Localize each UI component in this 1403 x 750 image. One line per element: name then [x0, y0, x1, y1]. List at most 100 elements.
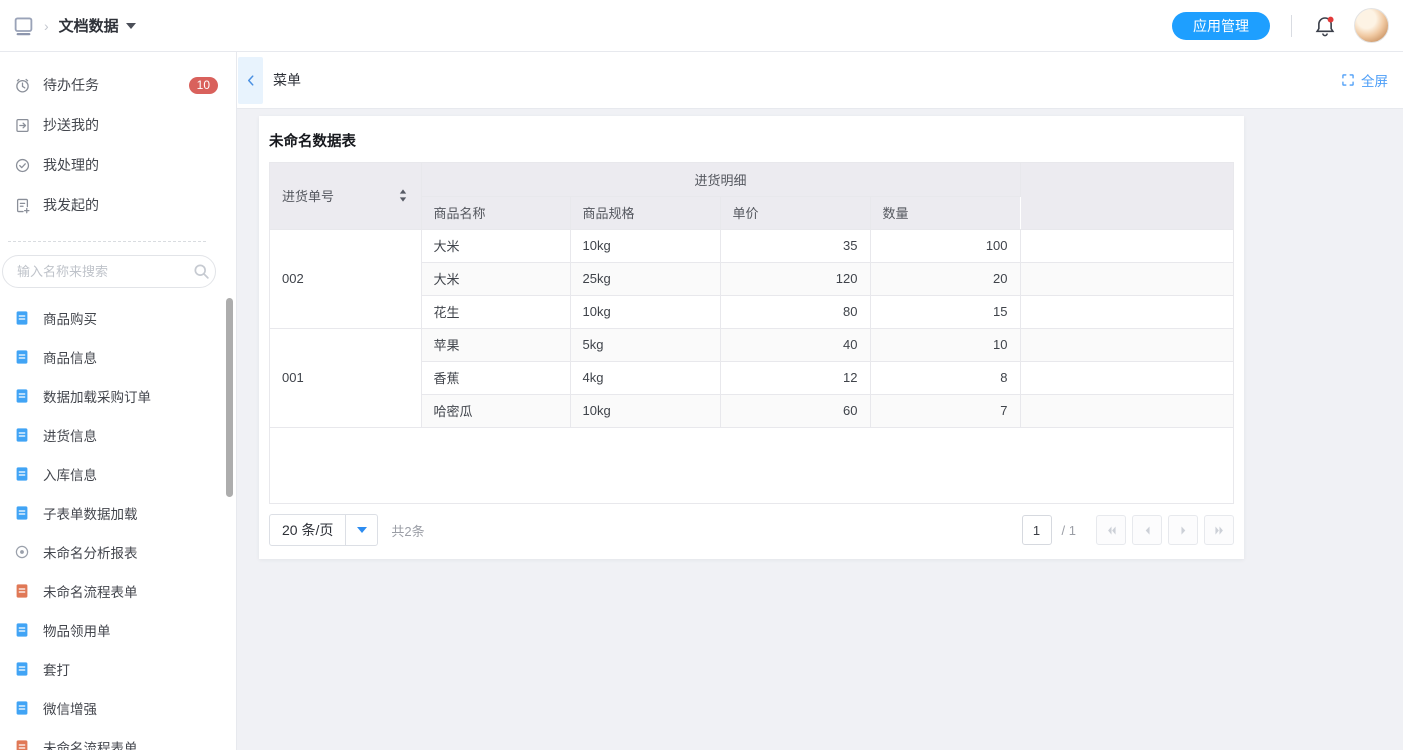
form-icon	[14, 388, 30, 404]
task-label: 待办任务	[43, 75, 99, 95]
form-label: 微信增强	[43, 698, 97, 718]
cell-name: 香蕉	[421, 361, 570, 394]
cell-spec: 10kg	[570, 229, 720, 262]
cell-qty: 15	[870, 295, 1020, 328]
sidebar-form-item[interactable]: 子表单数据加载	[0, 493, 236, 532]
badge-count: 10	[189, 77, 218, 94]
workbench-home-button[interactable]	[10, 13, 36, 39]
sidebar-task-item[interactable]: 抄送我的	[0, 105, 236, 145]
total-pages-label: / 1	[1062, 523, 1076, 538]
column-header-spec[interactable]: 商品规格	[570, 196, 720, 229]
cell-price: 120	[720, 262, 870, 295]
cell-order-no: 001	[270, 328, 421, 427]
fullscreen-label: 全屏	[1361, 70, 1388, 90]
page-size-label: 20 条/页	[270, 515, 345, 545]
form-label: 未命名流程表单	[43, 737, 138, 750]
topbar: › 文档数据 应用管理	[0, 0, 1403, 52]
total-count-label: 共2条	[391, 521, 424, 540]
form-label: 进货信息	[43, 425, 97, 445]
task-label: 抄送我的	[43, 115, 99, 135]
table-empty-area	[270, 428, 1233, 504]
breadcrumb-label: 文档数据	[59, 15, 119, 36]
sidebar-form-item[interactable]: 微信增强	[0, 688, 236, 727]
column-header-name[interactable]: 商品名称	[421, 196, 570, 229]
cell-spec: 4kg	[570, 361, 720, 394]
sidebar-divider	[8, 241, 206, 242]
next-page-button[interactable]	[1168, 515, 1198, 545]
cell-filler	[1020, 394, 1233, 427]
cell-spec: 5kg	[570, 328, 720, 361]
first-page-button[interactable]	[1096, 515, 1126, 545]
table-row[interactable]: 002大米10kg35100	[270, 229, 1233, 262]
avatar[interactable]	[1354, 8, 1389, 43]
column-header-qty[interactable]: 数量	[870, 196, 1020, 229]
cell-name: 花生	[421, 295, 570, 328]
content-header: 菜单 全屏	[237, 52, 1403, 109]
column-header-price[interactable]: 单价	[720, 196, 870, 229]
sidebar-task-item[interactable]: 待办任务 10	[0, 65, 236, 105]
sidebar-form-item[interactable]: 商品购买	[0, 298, 236, 337]
cell-order-no: 002	[270, 229, 421, 328]
data-table-wrapper: 进货单号 进货明细	[269, 162, 1234, 504]
chevron-down-icon	[126, 23, 136, 29]
cell-spec: 10kg	[570, 394, 720, 427]
page-number-input[interactable]	[1022, 515, 1052, 545]
cell-qty: 8	[870, 361, 1020, 394]
form-icon	[14, 310, 30, 326]
column-header-order-no[interactable]: 进货单号	[270, 163, 421, 229]
form-label: 套打	[43, 659, 70, 679]
cell-filler	[1020, 328, 1233, 361]
cell-qty: 20	[870, 262, 1020, 295]
last-page-button[interactable]	[1204, 515, 1234, 545]
page-size-select[interactable]: 20 条/页	[269, 514, 378, 546]
form-icon	[14, 427, 30, 443]
form-icon	[14, 349, 30, 365]
fullscreen-icon	[1341, 73, 1355, 87]
form-label: 入库信息	[43, 464, 97, 484]
sidebar-task-item[interactable]: 我处理的	[0, 145, 236, 185]
search-input[interactable]	[17, 264, 193, 279]
check-circle-icon	[14, 157, 31, 174]
form-label: 物品领用单	[43, 620, 111, 640]
form-icon	[14, 505, 30, 521]
cell-name: 大米	[421, 262, 570, 295]
page-title: 菜单	[273, 70, 301, 90]
prev-page-button[interactable]	[1132, 515, 1162, 545]
order-no-header-label: 进货单号	[282, 186, 334, 205]
sidebar-task-list: 待办任务 10 抄送我的我处理的我发起的	[0, 65, 236, 225]
monitor-icon	[13, 15, 34, 36]
form-label: 商品购买	[43, 308, 97, 328]
sort-icon[interactable]	[397, 188, 409, 203]
form-icon	[14, 583, 30, 599]
sidebar-form-item[interactable]: 数据加载采购订单	[0, 376, 236, 415]
fullscreen-button[interactable]: 全屏	[1341, 70, 1388, 90]
cell-name: 苹果	[421, 328, 570, 361]
cell-qty: 7	[870, 394, 1020, 427]
breadcrumb-chevron-icon: ›	[44, 18, 49, 34]
collapse-back-button[interactable]	[238, 57, 263, 104]
search-icon[interactable]	[193, 263, 210, 280]
card-title: 未命名数据表	[269, 130, 1234, 151]
sidebar-form-item[interactable]: 入库信息	[0, 454, 236, 493]
chevron-left-icon	[244, 73, 258, 88]
sidebar-task-item[interactable]: 我发起的	[0, 185, 236, 225]
sidebar-form-item[interactable]: 未命名流程表单	[0, 571, 236, 610]
sidebar-form-item[interactable]: 未命名分析报表	[0, 532, 236, 571]
task-label: 我处理的	[43, 155, 99, 175]
report-icon	[14, 544, 30, 560]
form-label: 商品信息	[43, 347, 97, 367]
cell-price: 80	[720, 295, 870, 328]
sidebar-form-item[interactable]: 未命名流程表单	[0, 727, 236, 750]
breadcrumb[interactable]: 文档数据	[59, 15, 136, 36]
table-row[interactable]: 001苹果5kg4010	[270, 328, 1233, 361]
sidebar-scrollbar[interactable]	[226, 298, 233, 497]
doc-plus-icon	[14, 197, 31, 214]
sidebar-form-item[interactable]: 套打	[0, 649, 236, 688]
sidebar-form-item[interactable]: 商品信息	[0, 337, 236, 376]
sidebar-form-item[interactable]: 物品领用单	[0, 610, 236, 649]
app-manage-button[interactable]: 应用管理	[1172, 12, 1270, 40]
main-content: 菜单 全屏 未命名数据表	[237, 52, 1403, 750]
notification-bell-icon[interactable]	[1313, 14, 1337, 38]
sidebar-form-list: 商品购买商品信息数据加载采购订单进货信息入库信息子表单数据加载未命名分析报表未命…	[0, 298, 236, 750]
sidebar-form-item[interactable]: 进货信息	[0, 415, 236, 454]
